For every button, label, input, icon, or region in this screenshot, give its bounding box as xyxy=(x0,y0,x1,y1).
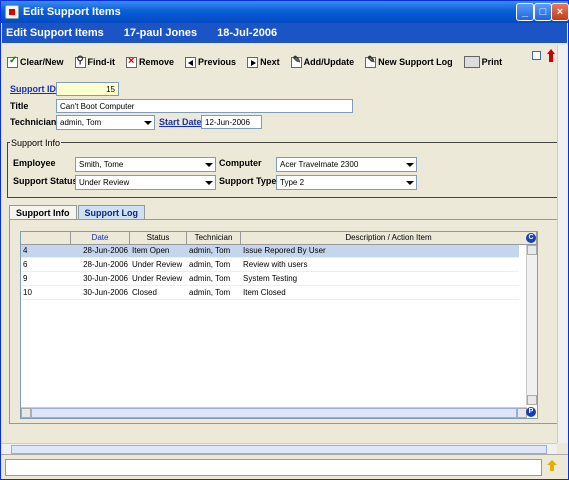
new-support-log-button[interactable]: New Support Log xyxy=(365,55,453,68)
minimize-button[interactable]: _ xyxy=(516,3,534,21)
header-record: 17-paul Jones xyxy=(123,27,198,39)
next-icon xyxy=(247,56,259,68)
chevron-down-icon xyxy=(203,159,214,170)
printer-icon xyxy=(463,56,480,68)
app-icon xyxy=(5,5,19,19)
remove-icon xyxy=(126,55,138,68)
title-bar: Edit Support Items _ □ × xyxy=(1,1,569,23)
check-icon xyxy=(7,55,18,68)
scroll-left-button[interactable] xyxy=(21,408,31,418)
scroll-thumb[interactable] xyxy=(11,445,547,454)
employee-select[interactable]: Smith, Tome xyxy=(75,157,216,172)
computer-label: Computer xyxy=(219,158,262,168)
support-type-select[interactable]: Type 2 xyxy=(276,175,417,190)
print-grid-button[interactable]: P xyxy=(526,407,536,417)
remove-button[interactable]: Remove xyxy=(126,55,174,68)
close-button[interactable]: × xyxy=(551,3,569,21)
table-row[interactable]: 10 30-Jun-2006 Closed admin, Tom Item Cl… xyxy=(21,287,519,300)
chevron-down-icon xyxy=(142,117,153,128)
support-type-label: Support Type xyxy=(219,176,277,186)
chevron-down-icon xyxy=(404,159,415,170)
table-row[interactable]: 4 28-Jun-2006 Item Open admin, Tom Issue… xyxy=(21,245,519,258)
previous-button[interactable]: Previous xyxy=(185,56,236,68)
technician-label: Technician xyxy=(10,117,57,127)
tab-strip: Support Info Support Log xyxy=(9,205,146,220)
tab-support-log[interactable]: Support Log xyxy=(77,205,145,220)
chevron-down-icon xyxy=(404,177,415,188)
column-header-status[interactable]: Status xyxy=(130,232,187,244)
add-update-button[interactable]: Add/Update xyxy=(290,55,354,68)
column-header-technician[interactable]: Technician xyxy=(187,232,241,244)
column-header-id[interactable] xyxy=(21,232,71,244)
employee-label: Employee xyxy=(13,158,56,168)
form-header: Edit Support Items 17-paul Jones 18-Jul-… xyxy=(2,23,567,43)
scroll-up-button[interactable] xyxy=(527,245,537,255)
table-horizontal-scrollbar[interactable] xyxy=(21,407,527,418)
status-bar xyxy=(1,454,568,479)
window-horizontal-scrollbar[interactable] xyxy=(1,443,557,454)
app-window: Edit Support Items _ □ × Edit Support It… xyxy=(0,0,569,480)
clear-new-button[interactable]: Clear/New xyxy=(7,55,64,68)
toolbar: Clear/New Find-it Remove Previous Next A… xyxy=(7,53,513,71)
table-header: Date Status Technician Description / Act… xyxy=(21,232,537,245)
table-vertical-scrollbar[interactable] xyxy=(526,245,537,405)
support-log-panel: Date Status Technician Description / Act… xyxy=(9,219,559,424)
find-button[interactable]: Find-it xyxy=(74,55,115,68)
print-button[interactable]: Print xyxy=(463,56,502,68)
column-header-description[interactable]: Description / Action Item xyxy=(241,232,537,244)
table-row[interactable]: 9 30-Jun-2006 Under Review admin, Tom Sy… xyxy=(21,273,519,286)
next-button[interactable]: Next xyxy=(247,56,280,68)
start-date-field[interactable]: 12-Jun-2006 xyxy=(201,115,262,129)
computer-select[interactable]: Acer Travelmate 2300 xyxy=(276,157,417,172)
chevron-down-icon xyxy=(203,177,214,188)
checkbox[interactable] xyxy=(532,51,541,60)
maximize-button[interactable]: □ xyxy=(534,3,552,21)
header-title: Edit Support Items xyxy=(6,27,104,39)
window-title: Edit Support Items xyxy=(23,6,121,18)
support-id-field[interactable]: 15 xyxy=(56,82,119,96)
window-vertical-scrollbar[interactable] xyxy=(557,45,568,443)
technician-select[interactable]: admin, Tom xyxy=(56,115,155,130)
scroll-thumb[interactable] xyxy=(31,408,517,418)
start-date-label[interactable]: Start Date xyxy=(159,117,202,127)
up-arrow-icon[interactable] xyxy=(547,49,555,63)
title-field[interactable]: Can't Boot Computer xyxy=(56,99,353,113)
column-chooser-button[interactable]: C xyxy=(526,233,536,243)
new-log-icon xyxy=(365,55,377,68)
up-arrow-icon[interactable] xyxy=(547,460,557,472)
support-status-label: Support Status xyxy=(13,176,78,186)
support-id-label[interactable]: Support ID xyxy=(10,84,56,94)
status-field xyxy=(5,459,542,476)
support-status-select[interactable]: Under Review xyxy=(75,175,216,190)
support-info-group-title: Support Info xyxy=(10,138,62,148)
column-header-date[interactable]: Date xyxy=(71,232,130,244)
header-date: 18-Jul-2006 xyxy=(217,27,278,39)
support-log-table: Date Status Technician Description / Act… xyxy=(20,231,538,419)
previous-icon xyxy=(185,56,197,68)
edit-icon xyxy=(290,55,302,68)
scroll-down-button[interactable] xyxy=(527,395,537,405)
title-label: Title xyxy=(10,101,29,111)
find-icon xyxy=(74,55,86,68)
tab-support-info[interactable]: Support Info xyxy=(9,205,77,220)
table-row[interactable]: 6 28-Jun-2006 Under Review admin, Tom Re… xyxy=(21,259,519,272)
